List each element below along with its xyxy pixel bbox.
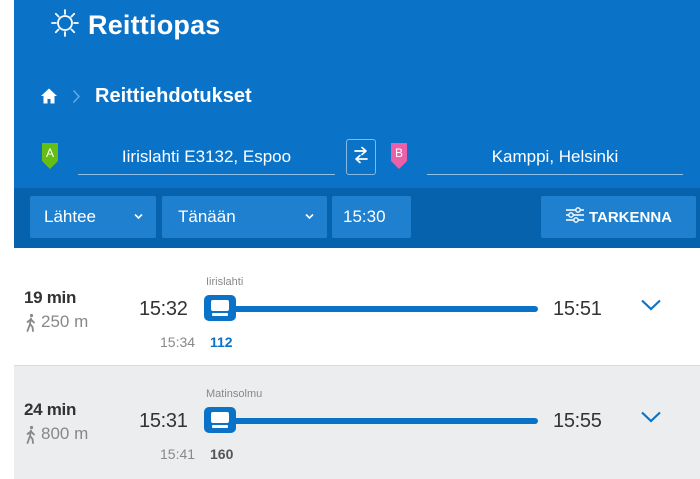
day-select[interactable]: Tänään [162, 196, 327, 238]
bus-icon [202, 405, 238, 435]
departure-time: 15:31 [139, 410, 188, 432]
origin-marker-icon: A [40, 142, 60, 170]
day-label: Tänään [178, 207, 236, 226]
breadcrumb: Reittiehdotukset [40, 78, 252, 114]
origin-input[interactable]: Iirislahti E3132, Espoo [78, 141, 335, 175]
chevron-down-icon[interactable] [640, 410, 662, 424]
scheduled-departure: 15:41 [160, 446, 196, 462]
walk-icon [26, 313, 35, 332]
walk-distance: 250 m [24, 312, 88, 332]
bus-number: 160 [210, 446, 234, 462]
chevron-down-icon [133, 211, 144, 222]
departure-time: 15:32 [139, 298, 188, 320]
left-gutter [0, 0, 14, 479]
time-select[interactable]: 15:30 [332, 196, 411, 238]
refine-label: TARKENNA [588, 208, 673, 226]
walk-distance-value: 800 m [41, 424, 89, 443]
chevron-right-icon [72, 89, 81, 104]
destination-marker-icon: B [389, 142, 409, 170]
route-item[interactable]: 24 min 800 m 15:31 Matinsolmu 15:55 15:4… [14, 366, 700, 479]
scheduled-departure: 15:34 [160, 334, 196, 350]
departure-mode-label: Lähtee [44, 207, 96, 226]
bus-icon [202, 293, 238, 323]
walk-distance-value: 250 m [41, 312, 89, 331]
route-duration: 19 min [24, 288, 77, 307]
sliders-icon [565, 206, 589, 228]
brand[interactable]: Reittiopas [50, 8, 221, 42]
route-duration: 24 min [24, 400, 77, 419]
route-leg-line [220, 418, 538, 424]
chevron-down-icon[interactable] [640, 298, 662, 312]
time-label: 15:30 [343, 207, 386, 226]
departure-mode-select[interactable]: Lähtee [30, 196, 156, 238]
walk-distance: 800 m [24, 424, 88, 444]
walk-icon [26, 425, 35, 444]
route-item[interactable]: 19 min 250 m 15:32 Iirislahti 15:51 15:3… [14, 254, 700, 367]
home-icon[interactable] [40, 87, 58, 105]
app-name: Reittiopas [88, 9, 221, 40]
stop-name: Matinsolmu [206, 388, 263, 400]
chevron-down-icon [304, 211, 315, 222]
arrival-time: 15:55 [553, 410, 602, 432]
swap-button[interactable] [346, 139, 376, 175]
bus-number: 112 [210, 334, 233, 350]
route-leg-line [220, 306, 538, 312]
filter-bar: Lähtee Tänään 15:30 TARKENNA [14, 188, 700, 248]
page-title: Reittiehdotukset [95, 84, 252, 107]
destination-marker-label: B [395, 146, 403, 160]
origin-marker-label: A [46, 146, 54, 160]
arrival-time: 15:51 [553, 298, 602, 320]
destination-input[interactable]: Kamppi, Helsinki [427, 141, 683, 175]
stop-name: Iirislahti [206, 276, 244, 288]
swap-arrows-icon [352, 145, 370, 170]
refine-button[interactable]: TARKENNA [541, 196, 696, 238]
sun-icon [50, 8, 80, 43]
